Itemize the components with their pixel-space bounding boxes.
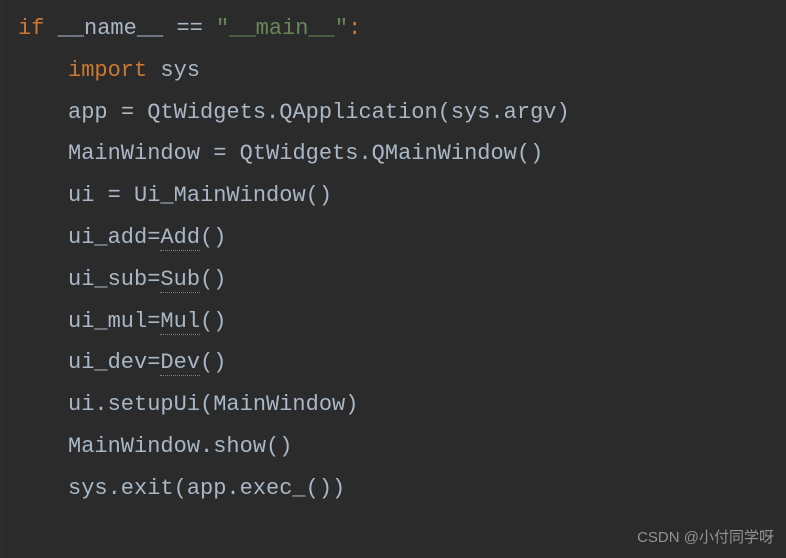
assign: = (147, 309, 160, 334)
var-uiadd: ui_add (68, 225, 147, 250)
call-mul: Mul (160, 309, 200, 335)
code-line-1[interactable]: if __name__ == "__main__": (0, 8, 786, 50)
code-line-4[interactable]: MainWindow = QtWidgets.QMainWindow() (0, 133, 786, 175)
space (203, 16, 216, 41)
code-line-12[interactable]: sys.exit(app.exec_()) (0, 468, 786, 510)
code-line-5[interactable]: ui = Ui_MainWindow() (0, 175, 786, 217)
var-uisub: ui_sub (68, 267, 147, 292)
var-uimul: ui_mul (68, 309, 147, 334)
space (44, 16, 57, 41)
module-sys: sys (160, 58, 200, 83)
assign: = (213, 141, 239, 166)
assign: = (147, 225, 160, 250)
assign: = (108, 183, 134, 208)
code-line-2[interactable]: import sys (0, 50, 786, 92)
var-ui: ui (68, 183, 108, 208)
gutter-edge (0, 0, 4, 558)
string-main: "__main__" (216, 16, 348, 41)
var-uidev: ui_dev (68, 350, 147, 375)
expr-uimainwindow: Ui_MainWindow() (134, 183, 332, 208)
assign: = (121, 100, 147, 125)
code-line-3[interactable]: app = QtWidgets.QApplication(sys.argv) (0, 92, 786, 134)
paren: () (200, 225, 226, 250)
expr-sysexit: sys.exit(app.exec_()) (68, 476, 345, 501)
call-sub: Sub (160, 267, 200, 293)
code-line-8[interactable]: ui_mul=Mul() (0, 301, 786, 343)
call-dev: Dev (160, 350, 200, 376)
var-mainwindow: MainWindow (68, 141, 213, 166)
assign: = (147, 267, 160, 292)
code-line-10[interactable]: ui.setupUi(MainWindow) (0, 384, 786, 426)
dunder-name: __name__ (58, 16, 164, 41)
assign: = (147, 350, 160, 375)
call-add: Add (160, 225, 200, 251)
paren: () (200, 267, 226, 292)
code-line-7[interactable]: ui_sub=Sub() (0, 259, 786, 301)
operator-eq: == (176, 16, 202, 41)
code-line-11[interactable]: MainWindow.show() (0, 426, 786, 468)
expr-qmainwindow: QtWidgets.QMainWindow() (240, 141, 544, 166)
expr-setupui: ui.setupUi(MainWindow) (68, 392, 358, 417)
expr-show: MainWindow.show() (68, 434, 292, 459)
code-line-9[interactable]: ui_dev=Dev() (0, 342, 786, 384)
space (147, 58, 160, 83)
keyword-if: if (18, 16, 44, 41)
watermark-text: CSDN @小付同学呀 (637, 524, 774, 553)
paren: () (200, 309, 226, 334)
colon: : (348, 16, 361, 41)
space (163, 16, 176, 41)
keyword-import: import (68, 58, 147, 83)
code-line-6[interactable]: ui_add=Add() (0, 217, 786, 259)
var-app: app (68, 100, 121, 125)
paren: () (200, 350, 226, 375)
expr-qapp: QtWidgets.QApplication(sys.argv) (147, 100, 569, 125)
